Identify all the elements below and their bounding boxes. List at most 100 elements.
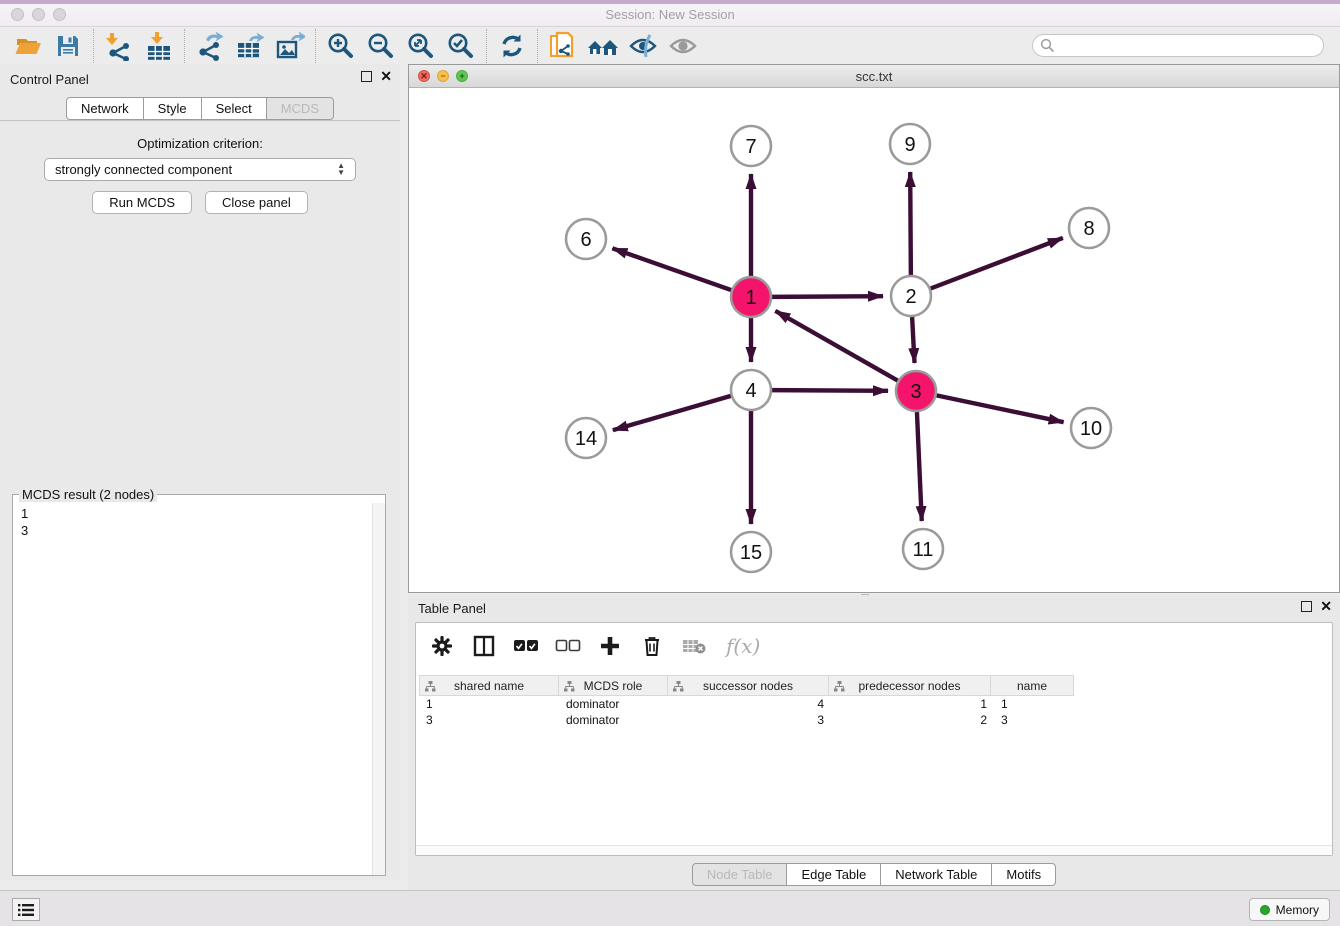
table-row[interactable]: 3dominator323	[419, 712, 1078, 728]
criterion-dropdown[interactable]: strongly connected component ▲▼	[44, 158, 356, 181]
add-column-button[interactable]	[596, 632, 624, 660]
graph-edge-4-3[interactable]	[772, 390, 888, 391]
mcds-result-title: MCDS result (2 nodes)	[19, 487, 157, 502]
save-session-button[interactable]	[48, 30, 88, 62]
import-table-button[interactable]	[139, 30, 179, 62]
table-cell[interactable]: dominator	[559, 696, 669, 712]
float-panel-icon[interactable]	[361, 71, 372, 82]
graph-edge-4-14[interactable]	[613, 396, 731, 430]
import-network-icon	[104, 31, 134, 61]
table-cell[interactable]: 1	[831, 696, 994, 712]
export-image-button[interactable]	[270, 30, 310, 62]
graph-node-label: 6	[580, 229, 591, 251]
network-graph[interactable]: 7968124314101511	[409, 88, 1339, 592]
graph-edge-3-11[interactable]	[917, 412, 922, 521]
column-header-MCDS-role[interactable]: MCDS role	[558, 675, 668, 696]
hierarchy-icon	[834, 681, 845, 692]
column-header-predecessor-nodes[interactable]: predecessor nodes	[828, 675, 991, 696]
deselect-all-icon	[555, 639, 581, 653]
open-session-button[interactable]	[8, 30, 48, 62]
table-cell[interactable]: 1	[419, 696, 559, 712]
table-horizontal-scrollbar[interactable]	[416, 845, 1332, 855]
show-all-button[interactable]	[583, 30, 623, 62]
import-network-button[interactable]	[99, 30, 139, 62]
column-header-shared-name[interactable]: shared name	[419, 675, 559, 696]
export-table-button[interactable]	[230, 30, 270, 62]
function-builder-button[interactable]: f(x)	[722, 632, 766, 660]
zoom-fit-button[interactable]	[401, 30, 441, 62]
window-title: Session: New Session	[0, 7, 1340, 22]
tab-motifs[interactable]: Motifs	[991, 863, 1056, 886]
tab-edge-table[interactable]: Edge Table	[786, 863, 881, 886]
zoom-out-button[interactable]	[361, 30, 401, 62]
deselect-all-button[interactable]	[554, 632, 582, 660]
graph-node-label: 11	[913, 539, 934, 561]
graph-edge-2-9[interactable]	[910, 172, 911, 275]
graph-edge-3-10[interactable]	[937, 395, 1064, 422]
tab-mcds[interactable]: MCDS	[266, 97, 334, 120]
export-network-button[interactable]	[190, 30, 230, 62]
network-window-titlebar[interactable]: ✕ − + scc.txt	[409, 65, 1339, 88]
table-panel-body: f(x) shared nameMCDS rolesuccessor nodes…	[415, 622, 1333, 856]
close-table-panel-icon[interactable]: ✕	[1320, 601, 1332, 612]
toolbar-separator	[93, 29, 94, 63]
graph-node-label: 4	[745, 380, 756, 402]
main-toolbar	[0, 27, 1340, 64]
tab-network[interactable]: Network	[66, 97, 144, 120]
column-header-label: name	[1017, 679, 1047, 693]
refresh-button[interactable]	[492, 30, 532, 62]
table-cell[interactable]: dominator	[559, 712, 669, 728]
tab-select[interactable]: Select	[201, 97, 267, 120]
search-input[interactable]	[1032, 34, 1324, 57]
tab-style[interactable]: Style	[143, 97, 202, 120]
zoom-selected-button[interactable]	[441, 30, 481, 62]
refresh-icon	[498, 32, 526, 60]
table-cell[interactable]: 1	[994, 696, 1078, 712]
graph-edge-1-6[interactable]	[612, 248, 731, 290]
table-row[interactable]: 1dominator411	[419, 696, 1078, 712]
table-cell[interactable]: 2	[831, 712, 994, 728]
graph-edge-1-2[interactable]	[772, 296, 883, 297]
graph-edge-2-3[interactable]	[912, 317, 914, 363]
show-columns-button[interactable]	[470, 632, 498, 660]
tab-node-table[interactable]: Node Table	[692, 863, 788, 886]
select-all-button[interactable]	[512, 632, 540, 660]
memory-button[interactable]: Memory	[1249, 898, 1330, 921]
tab-network-table[interactable]: Network Table	[880, 863, 992, 886]
table-cell[interactable]: 4	[669, 696, 831, 712]
table-cell[interactable]: 3	[994, 712, 1078, 728]
graph-edge-3-1[interactable]	[775, 311, 897, 381]
toolbar-separator	[486, 29, 487, 63]
network-canvas[interactable]: 7968124314101511	[409, 88, 1339, 592]
task-history-button[interactable]	[12, 898, 40, 921]
close-panel-button[interactable]: Close panel	[205, 191, 308, 214]
table-cell[interactable]: 3	[669, 712, 831, 728]
mcds-result-content[interactable]: 1 3	[13, 503, 371, 875]
delete-column-button[interactable]	[638, 632, 666, 660]
table-cell[interactable]: 3	[419, 712, 559, 728]
close-panel-icon[interactable]: ✕	[380, 71, 392, 82]
run-mcds-button[interactable]: Run MCDS	[92, 191, 192, 214]
column-header-successor-nodes[interactable]: successor nodes	[667, 675, 829, 696]
zoom-in-icon	[326, 31, 356, 61]
zoom-fit-icon	[406, 31, 436, 61]
divider	[0, 120, 400, 121]
float-table-panel-icon[interactable]	[1301, 601, 1312, 612]
hierarchy-icon	[564, 681, 575, 692]
result-line: 3	[21, 522, 363, 539]
list-icon	[18, 903, 34, 917]
table-toolbar: f(x)	[416, 623, 1332, 669]
search-field[interactable]	[1032, 34, 1324, 57]
hide-selected-button[interactable]	[623, 30, 663, 62]
table-settings-button[interactable]	[428, 632, 456, 660]
trash-icon	[641, 635, 663, 657]
graph-edge-2-8[interactable]	[931, 238, 1063, 289]
delete-table-button[interactable]	[680, 632, 708, 660]
toolbar-separator	[315, 29, 316, 63]
new-network-button[interactable]	[543, 30, 583, 62]
column-header-name[interactable]: name	[990, 675, 1074, 696]
zoom-in-button[interactable]	[321, 30, 361, 62]
show-hidden-button[interactable]	[663, 30, 703, 62]
new-network-file-icon	[548, 31, 578, 61]
result-scrollbar[interactable]	[372, 503, 385, 875]
